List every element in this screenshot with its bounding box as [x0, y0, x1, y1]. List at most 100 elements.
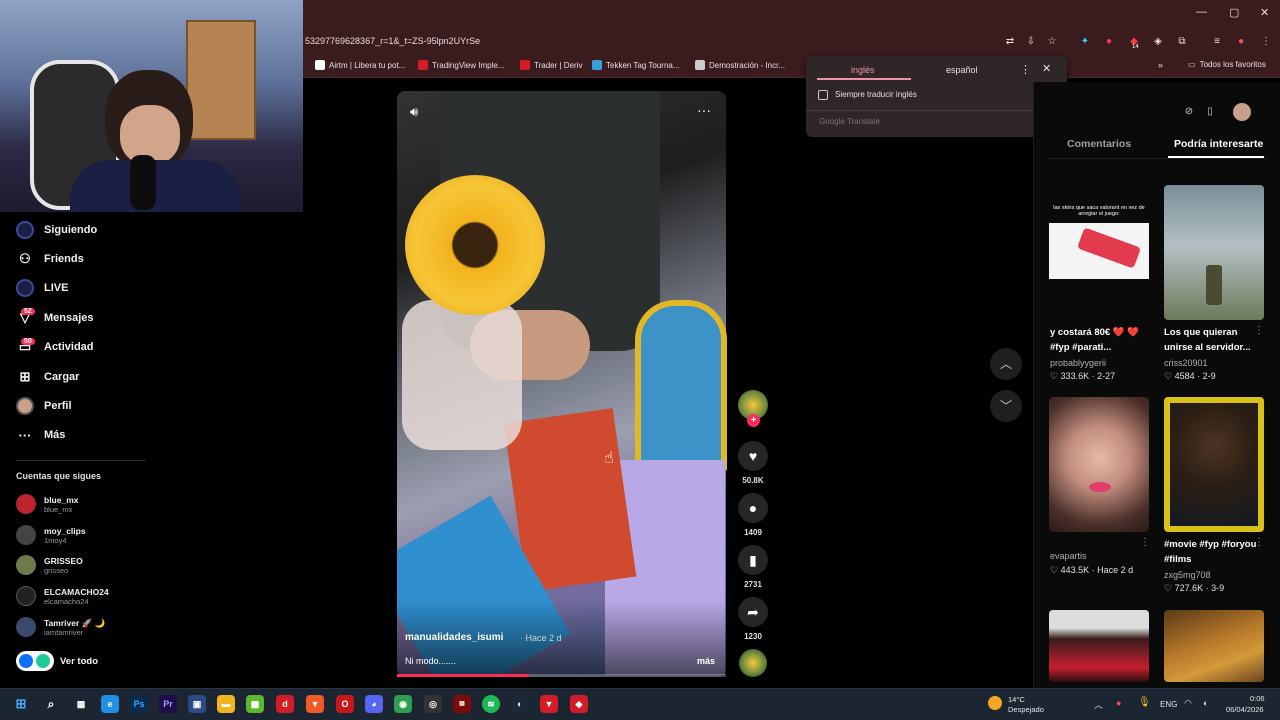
photoshop-icon[interactable]: Ps: [130, 695, 148, 713]
brave-icon[interactable]: ▼: [306, 695, 324, 713]
menu-icon[interactable]: ⋮: [1260, 36, 1272, 48]
translate-more-icon[interactable]: ⋮: [1020, 63, 1031, 76]
save-button[interactable]: ▮ 2731: [738, 545, 768, 589]
sidebar-item-cargar[interactable]: ⊞ Cargar: [16, 366, 80, 388]
followed-account[interactable]: blue_mx blue_mx: [16, 494, 79, 514]
suggested-thumbnail[interactable]: [1049, 397, 1149, 532]
suggested-caption[interactable]: #movie #fyp #foryou #films: [1164, 537, 1260, 567]
edge-icon[interactable]: e: [101, 695, 119, 713]
app-icon[interactable]: ◆: [570, 695, 588, 713]
weather-temperature[interactable]: 14°C: [1008, 695, 1025, 704]
voicemod-icon[interactable]: ▤: [453, 695, 471, 713]
suggested-thumbnail[interactable]: [1164, 397, 1264, 532]
sidebar-item-perfil[interactable]: Perfil: [16, 395, 72, 417]
suggested-thumbnail[interactable]: las skins que saca valorant en vez de ar…: [1049, 185, 1149, 320]
reading-list-icon[interactable]: ≡: [1211, 36, 1223, 48]
translate-icon[interactable]: ⇄: [1004, 36, 1016, 48]
puzzle-icon[interactable]: ⧉: [1176, 36, 1188, 48]
store-icon[interactable]: ▣: [188, 695, 206, 713]
bookmark-item[interactable]: TradingView Imple...: [418, 60, 504, 70]
followed-account[interactable]: GRISSEO grisseo: [16, 555, 83, 575]
video-more-link[interactable]: más: [697, 656, 715, 666]
obs-icon[interactable]: ◎: [424, 695, 442, 713]
card-options-icon[interactable]: ⋮: [1254, 325, 1264, 336]
maximize-icon[interactable]: ▢: [1229, 6, 1239, 19]
always-translate-checkbox[interactable]: [818, 90, 828, 100]
suggested-caption[interactable]: Los que quieran unirse al servidor...: [1164, 325, 1260, 355]
sidebar-item-mas[interactable]: ··· Más: [16, 424, 66, 446]
tray-app-icon[interactable]: ●: [1116, 698, 1121, 708]
profile-icon[interactable]: ●: [1235, 36, 1247, 48]
followed-account[interactable]: ELCAMACHO24 elcamacho24: [16, 586, 109, 606]
suggested-user[interactable]: evapartis: [1050, 551, 1087, 561]
suggested-user[interactable]: zxg5mg708: [1164, 570, 1211, 580]
translate-tab-source[interactable]: inglés: [851, 65, 875, 75]
bookmark-item[interactable]: Demostración - Incr...: [695, 60, 785, 70]
extension-record-icon[interactable]: ●: [1103, 36, 1115, 48]
suggested-thumbnail[interactable]: [1164, 185, 1264, 320]
minimize-icon[interactable]: —: [1196, 6, 1207, 18]
mobile-icon[interactable]: ▯: [1201, 103, 1219, 121]
card-options-icon[interactable]: ⋮: [1140, 537, 1150, 548]
bookmark-star-icon[interactable]: ☆: [1046, 36, 1058, 48]
opera-icon[interactable]: O: [336, 695, 354, 713]
minecraft-icon[interactable]: ▩: [246, 695, 264, 713]
followed-account[interactable]: moy_clips 1moy4: [16, 525, 86, 545]
clock-date[interactable]: 06/04/2026: [1226, 705, 1264, 714]
wifi-icon[interactable]: ◠: [1184, 698, 1192, 709]
translate-close-icon[interactable]: ✕: [1042, 62, 1051, 75]
like-button[interactable]: ♥ 50.8K: [738, 441, 768, 485]
discord-icon[interactable]: ◕: [365, 695, 383, 713]
tray-chevron-icon[interactable]: ︿: [1094, 698, 1103, 711]
bookmark-item[interactable]: Trader | Deriv: [520, 60, 582, 70]
follow-plus-icon[interactable]: +: [747, 414, 760, 427]
suggested-user[interactable]: criss20901: [1164, 358, 1208, 368]
comment-button[interactable]: ● 1409: [738, 493, 768, 537]
bookmarks-overflow-icon[interactable]: »: [1158, 60, 1163, 70]
volume-tray-icon[interactable]: ◖: [1202, 698, 1207, 708]
steam-icon[interactable]: ◐: [511, 695, 529, 713]
search-icon[interactable]: ⌕: [42, 695, 60, 713]
suggested-user[interactable]: probablyygerii: [1050, 358, 1106, 368]
sidebar-item-siguiendo[interactable]: Siguiendo: [16, 219, 97, 241]
language-indicator[interactable]: ENG: [1160, 700, 1177, 709]
suggested-thumbnail[interactable]: [1164, 610, 1264, 682]
compass-icon[interactable]: ⊘: [1180, 103, 1198, 121]
sidebar-item-friends[interactable]: ⚇ Friends: [16, 248, 84, 270]
close-window-icon[interactable]: ✕: [1260, 6, 1269, 19]
install-icon[interactable]: ⇩: [1025, 36, 1037, 48]
bookmark-item[interactable]: Airtm | Libera tu pot...: [315, 60, 405, 70]
video-scene-box: [635, 300, 727, 470]
volume-icon[interactable]: 🔊︎: [410, 104, 418, 120]
suggested-caption[interactable]: y costará 80€ ❤️ ❤️ #fyp #parati...: [1050, 325, 1146, 355]
user-avatar[interactable]: [1233, 103, 1251, 121]
microphone-icon[interactable]: 🎙︎: [1138, 697, 1151, 708]
video-options-icon[interactable]: ···: [697, 102, 711, 118]
spotify-icon[interactable]: ≋: [482, 695, 500, 713]
music-disc[interactable]: [739, 649, 767, 677]
folder-icon[interactable]: ▬: [217, 695, 235, 713]
translate-tab-target[interactable]: español: [946, 65, 978, 75]
see-all-button[interactable]: Ver todo: [16, 651, 98, 671]
all-favorites-folder[interactable]: ▭ Todos los favoritos: [1188, 60, 1266, 69]
clock-time[interactable]: 0:06: [1250, 694, 1265, 703]
suggested-thumbnail[interactable]: [1049, 610, 1149, 682]
followed-account[interactable]: Tamriver 🚀 🌙 iamtamriver: [16, 617, 105, 637]
bookmark-item[interactable]: Tekken Tag Tourna...: [592, 60, 680, 70]
premiere-icon[interactable]: Pr: [159, 695, 177, 713]
address-bar-url[interactable]: 53297769628367_r=1&_t=ZS-95lpn2UYrSe: [305, 36, 480, 46]
next-video-button[interactable]: ﹀: [990, 390, 1022, 422]
app-icon[interactable]: ▼: [540, 695, 558, 713]
tab-comentarios[interactable]: Comentarios: [1067, 138, 1131, 150]
sidebar-item-live[interactable]: LIVE: [16, 277, 68, 299]
tab-podria-interesarte[interactable]: Podría interesarte: [1174, 138, 1263, 150]
deriv-icon[interactable]: d: [276, 695, 294, 713]
previous-video-button[interactable]: ︿: [990, 348, 1022, 380]
video-author[interactable]: manualidades_isumi: [405, 632, 503, 643]
windows-start-icon[interactable]: ⊞: [12, 695, 30, 713]
share-button[interactable]: ➦ 1230: [738, 597, 768, 641]
chrome-icon[interactable]: ◉: [394, 695, 412, 713]
extension-diamond-icon[interactable]: ◈: [1152, 36, 1164, 48]
extension-icon[interactable]: ✦: [1079, 36, 1091, 48]
taskview-icon[interactable]: ▦: [72, 695, 90, 713]
